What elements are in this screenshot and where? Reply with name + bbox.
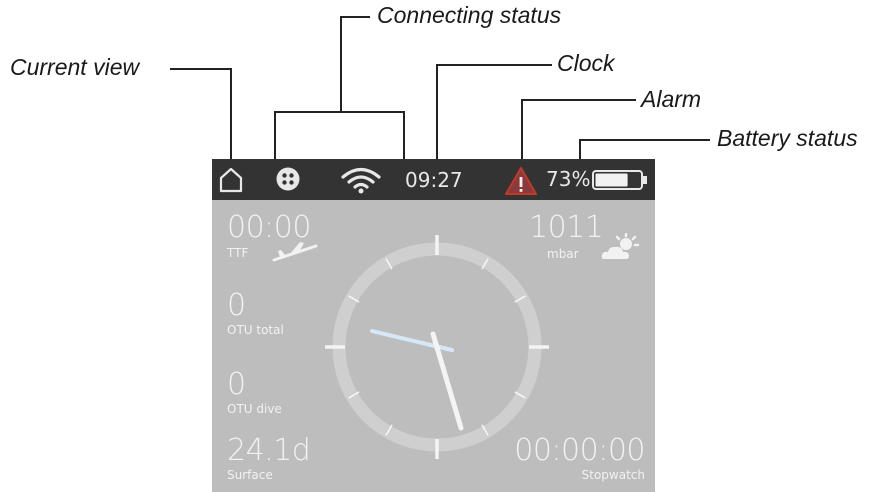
callout-connecting-status: Connecting status [377,2,562,28]
status-clock: 09:27 [405,168,463,192]
battery-fill [595,173,628,187]
otu-dive-label: OTU dive [227,402,282,416]
wifi-icon [341,167,381,194]
stopwatch-value[interactable]: 00:00:00 [514,436,645,466]
ttf-label: TTF [227,246,249,260]
otu-total-label: OTU total [227,323,284,337]
bluetooth-dots-icon [276,167,300,191]
hour-hand [370,329,454,352]
connecting-status-leader-b [274,111,405,163]
callout-current-view: Current view [10,54,140,80]
connecting-status-leader-a [340,16,370,112]
status-bar: 09:27 73% [212,159,655,200]
otu-total-value: 0 [227,288,246,323]
partly-cloudy-icon [601,233,640,259]
callout-battery-status: Battery status [717,125,858,151]
surface-label: Surface [227,468,273,482]
warning-triangle-icon[interactable] [504,166,538,196]
battery-percent: 73% [546,167,591,191]
device-display: 09:27 73% 00:00 TTF 1011 mbar 0 OTU tota… [212,159,655,492]
battery-icon [592,170,647,190]
stopwatch-label: Stopwatch [581,468,645,482]
otu-dive-value: 0 [227,367,246,402]
callout-alarm: Alarm [641,86,702,112]
home-icon[interactable] [218,165,244,193]
plane-landing-icon [272,242,318,262]
current-view-leader [170,68,232,163]
callout-clock: Clock [557,50,615,76]
pressure-value: 1011 [529,210,604,245]
surface-value: 24.1d [227,433,311,468]
pressure-unit: mbar [547,247,579,261]
dive-screen: 00:00 TTF 1011 mbar 0 OTU total 0 OTU di… [212,200,655,492]
clock-leader [436,64,552,163]
